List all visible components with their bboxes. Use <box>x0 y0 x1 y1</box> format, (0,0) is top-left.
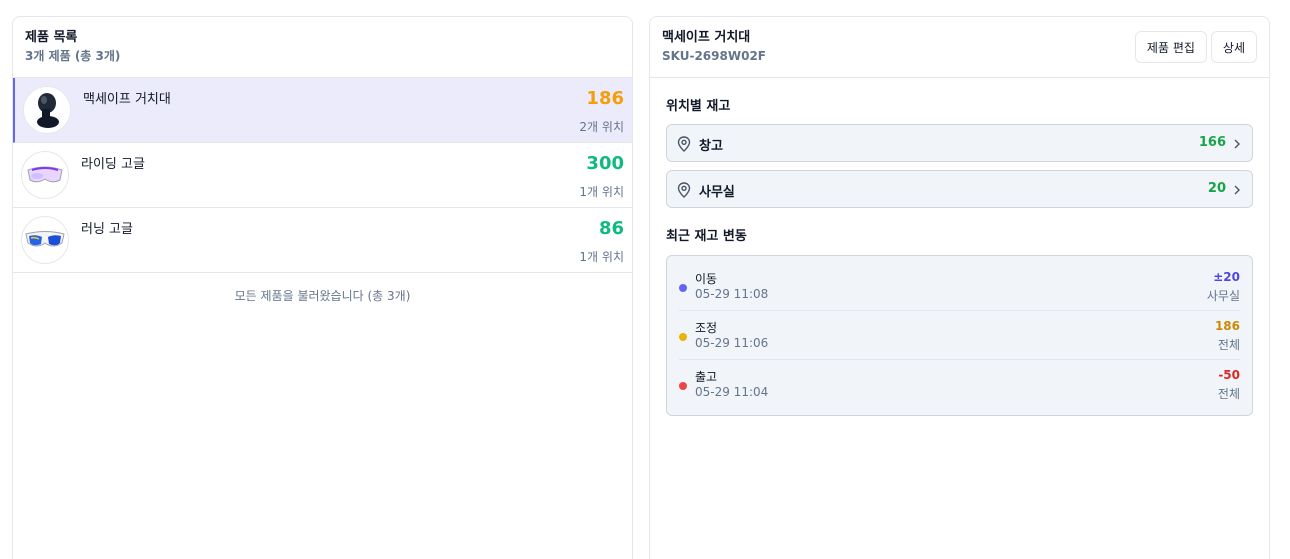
product-location-count: 2개 위치 <box>579 120 624 134</box>
location-card-warehouse[interactable]: 창고 166 <box>666 124 1253 162</box>
product-name: 라이딩 고글 <box>81 157 145 172</box>
change-row-transfer: 이동 05-29 11:08 ±20 사무실 <box>679 262 1240 311</box>
product-name: 맥세이프 거치대 <box>83 92 171 107</box>
product-row-riding-goggle[interactable]: 라이딩 고글 300 1개 위치 <box>13 143 632 208</box>
product-row-running-goggle[interactable]: 러닝 고글 86 1개 위치 <box>13 208 632 273</box>
status-dot <box>679 333 687 341</box>
location-name: 창고 <box>699 139 723 154</box>
change-location: 전체 <box>1217 387 1240 401</box>
product-detail-panel: 맥세이프 거치대 SKU-2698W02F 제품 편집 상세 위치별 재고 창고… <box>649 16 1270 559</box>
change-value: -50 <box>1218 368 1240 382</box>
product-list-header: 제품 목록 3개 제품 (총 3개) <box>13 17 632 78</box>
change-type: 출고 <box>695 370 718 384</box>
detail-button[interactable]: 상세 <box>1210 31 1257 63</box>
edit-product-button[interactable]: 제품 편집 <box>1134 31 1207 63</box>
product-count: 3개 제품 (총 3개) <box>25 49 121 63</box>
chevron-right-icon <box>1234 139 1240 149</box>
product-name: 러닝 고글 <box>81 222 133 237</box>
change-type: 조정 <box>695 321 718 335</box>
change-time: 05-29 11:06 <box>695 336 769 350</box>
magsafe-holder-thumbnail <box>23 86 71 134</box>
location-pin-icon <box>677 136 691 152</box>
change-location: 전체 <box>1217 338 1240 352</box>
status-dot <box>679 284 687 292</box>
product-list: 맥세이프 거치대 186 2개 위치 라이딩 고글 300 1개 위치 러닝 고… <box>13 78 632 273</box>
chevron-right-icon <box>1234 185 1240 195</box>
status-dot <box>679 382 687 390</box>
location-card-office[interactable]: 사무실 20 <box>666 170 1253 208</box>
recent-changes-title: 최근 재고 변동 <box>666 229 747 244</box>
product-list-panel: 제품 목록 3개 제품 (총 3개) 맥세이프 거치대 186 2개 위치 라이… <box>12 16 633 559</box>
location-qty: 20 <box>1207 181 1226 196</box>
product-qty: 186 <box>586 88 624 109</box>
product-qty: 86 <box>598 218 624 239</box>
change-location: 사무실 <box>1206 289 1240 303</box>
product-location-count: 1개 위치 <box>579 185 624 199</box>
stock-by-location-title: 위치별 재고 <box>666 99 731 114</box>
list-end-message: 모든 제품을 불러왔습니다 (총 3개) <box>234 289 411 303</box>
change-row-adjust: 조정 05-29 11:06 186 전체 <box>679 311 1240 360</box>
location-pin-icon <box>677 182 691 198</box>
product-row-magsafe-holder[interactable]: 맥세이프 거치대 186 2개 위치 <box>13 78 632 143</box>
location-name: 사무실 <box>699 185 735 200</box>
product-qty: 300 <box>586 153 624 174</box>
product-detail-header: 맥세이프 거치대 SKU-2698W02F 제품 편집 상세 <box>650 17 1269 78</box>
riding-goggle-thumbnail <box>21 151 69 199</box>
change-value: ±20 <box>1213 270 1240 284</box>
running-goggle-thumbnail <box>21 216 69 264</box>
product-list-title: 제품 목록 <box>25 30 78 45</box>
location-qty: 166 <box>1198 135 1226 150</box>
change-value: 186 <box>1214 319 1240 333</box>
change-time: 05-29 11:08 <box>695 287 769 301</box>
product-location-count: 1개 위치 <box>579 250 624 264</box>
change-time: 05-29 11:04 <box>695 385 769 399</box>
change-row-outbound: 출고 05-29 11:04 -50 전체 <box>679 360 1240 409</box>
change-type: 이동 <box>695 272 718 286</box>
recent-changes-list: 이동 05-29 11:08 ±20 사무실 조정 05-29 11:06 18… <box>666 255 1253 416</box>
